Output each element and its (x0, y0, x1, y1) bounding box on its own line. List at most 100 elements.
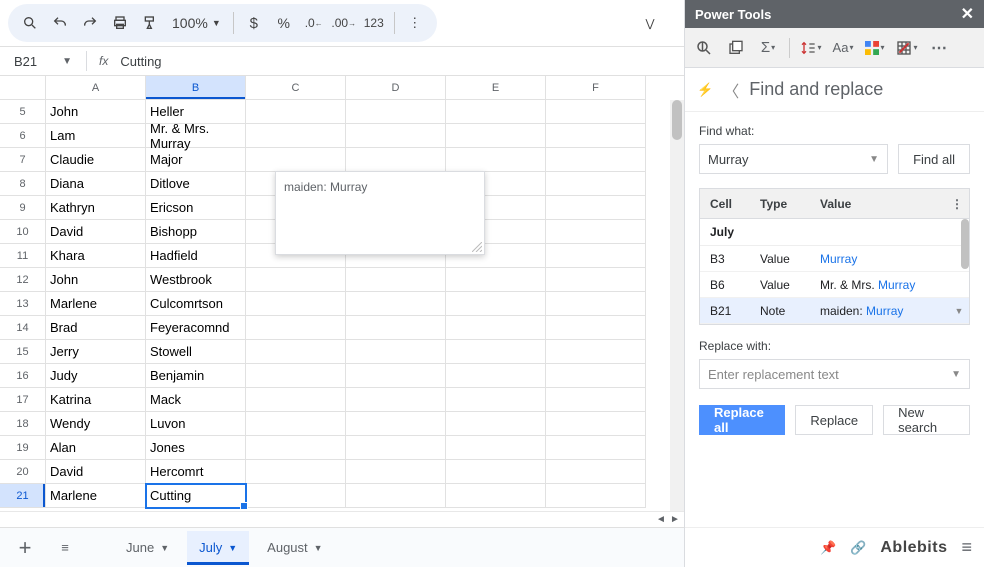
cell-note-popup[interactable]: maiden: Murray (275, 171, 485, 255)
row-header-18[interactable]: 18 (0, 412, 46, 436)
cell-A21[interactable]: Marlene (46, 484, 146, 508)
redo-icon[interactable] (76, 9, 104, 37)
cell-B13[interactable]: Culcomrtson (146, 292, 246, 316)
cell-A11[interactable]: Khara (46, 244, 146, 268)
sigma-icon[interactable]: Σ▾ (757, 37, 779, 59)
cell-B18[interactable]: Luvon (146, 412, 246, 436)
cell-E5[interactable] (446, 100, 546, 124)
name-box[interactable]: B21▼ (8, 50, 78, 72)
cell-A12[interactable]: John (46, 268, 146, 292)
cell-D20[interactable] (346, 460, 446, 484)
cell-A18[interactable]: Wendy (46, 412, 146, 436)
cell-D12[interactable] (346, 268, 446, 292)
percent-icon[interactable]: % (270, 9, 298, 37)
col-header-E[interactable]: E (446, 76, 546, 100)
text-height-icon[interactable]: ▾ (800, 37, 822, 59)
cell-E21[interactable] (446, 484, 546, 508)
cell-A15[interactable]: Jerry (46, 340, 146, 364)
cell-B15[interactable]: Stowell (146, 340, 246, 364)
replace-button[interactable]: Replace (795, 405, 873, 435)
row-header-15[interactable]: 15 (0, 340, 46, 364)
cell-D15[interactable] (346, 340, 446, 364)
row-header-11[interactable]: 11 (0, 244, 46, 268)
cell-C17[interactable] (246, 388, 346, 412)
cell-B8[interactable]: Ditlove (146, 172, 246, 196)
cell-A13[interactable]: Marlene (46, 292, 146, 316)
cell-F6[interactable] (546, 124, 646, 148)
row-header-16[interactable]: 16 (0, 364, 46, 388)
cell-F13[interactable] (546, 292, 646, 316)
tab-july[interactable]: July▼ (187, 531, 249, 565)
cell-B12[interactable]: Westbrook (146, 268, 246, 292)
cell-A17[interactable]: Katrina (46, 388, 146, 412)
dedupe-icon[interactable] (725, 37, 747, 59)
back-icon[interactable]: 〈 (723, 78, 739, 102)
result-row-B21[interactable]: B21Notemaiden: Murray▼ (700, 298, 969, 324)
cell-A8[interactable]: Diana (46, 172, 146, 196)
cell-F11[interactable] (546, 244, 646, 268)
cell-F18[interactable] (546, 412, 646, 436)
find-what-input[interactable]: Murray▼ (699, 144, 888, 174)
cell-B21[interactable]: Cutting (146, 484, 246, 508)
cell-A7[interactable]: Claudie (46, 148, 146, 172)
cell-B9[interactable]: Ericson (146, 196, 246, 220)
col-header-B[interactable]: B (146, 76, 246, 100)
formula-input[interactable]: Cutting (120, 54, 161, 69)
menu-icon[interactable]: ≡ (961, 537, 972, 558)
new-search-button[interactable]: New search (883, 405, 970, 435)
cell-A16[interactable]: Judy (46, 364, 146, 388)
clear-icon[interactable]: ▾ (896, 37, 918, 59)
more-vert-icon[interactable]: ⋮ (401, 9, 429, 37)
cell-C12[interactable] (246, 268, 346, 292)
cell-C16[interactable] (246, 364, 346, 388)
select-all-corner[interactable] (0, 76, 46, 100)
cell-A6[interactable]: Lam (46, 124, 146, 148)
row-header-5[interactable]: 5 (0, 100, 46, 124)
more-horiz-icon[interactable]: ⋯ (928, 37, 950, 59)
result-row-B3[interactable]: B3ValueMurray (700, 246, 969, 272)
cell-B6[interactable]: Mr. & Mrs. Murray (146, 124, 246, 148)
cell-C6[interactable] (246, 124, 346, 148)
cell-E18[interactable] (446, 412, 546, 436)
cell-C21[interactable] (246, 484, 346, 508)
find-all-button[interactable]: Find all (898, 144, 970, 174)
cell-E17[interactable] (446, 388, 546, 412)
cell-D13[interactable] (346, 292, 446, 316)
cell-C15[interactable] (246, 340, 346, 364)
smart-toolbar-icon[interactable] (693, 37, 715, 59)
cell-E19[interactable] (446, 436, 546, 460)
grid-color-icon[interactable]: ▾ (864, 37, 886, 59)
cell-A5[interactable]: John (46, 100, 146, 124)
cell-F14[interactable] (546, 316, 646, 340)
tab-june[interactable]: June▼ (114, 531, 181, 565)
bolt-icon[interactable]: ⚡ (697, 82, 713, 98)
row-header-12[interactable]: 12 (0, 268, 46, 292)
cell-F12[interactable] (546, 268, 646, 292)
cell-F8[interactable] (546, 172, 646, 196)
cell-D5[interactable] (346, 100, 446, 124)
all-sheets-button[interactable]: ≡ (48, 533, 82, 563)
cell-C13[interactable] (246, 292, 346, 316)
cell-C7[interactable] (246, 148, 346, 172)
results-menu-icon[interactable]: ⋮ (945, 197, 969, 211)
cell-D19[interactable] (346, 436, 446, 460)
decrease-decimal-icon[interactable]: .0← (300, 9, 328, 37)
cell-F10[interactable] (546, 220, 646, 244)
cell-F7[interactable] (546, 148, 646, 172)
search-icon[interactable] (16, 9, 44, 37)
cell-A19[interactable]: Alan (46, 436, 146, 460)
paint-format-icon[interactable] (136, 9, 164, 37)
cell-F5[interactable] (546, 100, 646, 124)
cell-E6[interactable] (446, 124, 546, 148)
cell-D17[interactable] (346, 388, 446, 412)
row-header-10[interactable]: 10 (0, 220, 46, 244)
result-row-B6[interactable]: B6ValueMr. & Mrs. Murray (700, 272, 969, 298)
col-header-F[interactable]: F (546, 76, 646, 100)
cell-E13[interactable] (446, 292, 546, 316)
col-header-C[interactable]: C (246, 76, 346, 100)
results-group[interactable]: July (700, 219, 969, 246)
cell-A14[interactable]: Brad (46, 316, 146, 340)
cell-A9[interactable]: Kathryn (46, 196, 146, 220)
grid[interactable]: ABCDEF5JohnHeller6LamMr. & Mrs. Murray7C… (0, 76, 684, 511)
number-format-dropdown[interactable]: 123 (360, 9, 388, 37)
